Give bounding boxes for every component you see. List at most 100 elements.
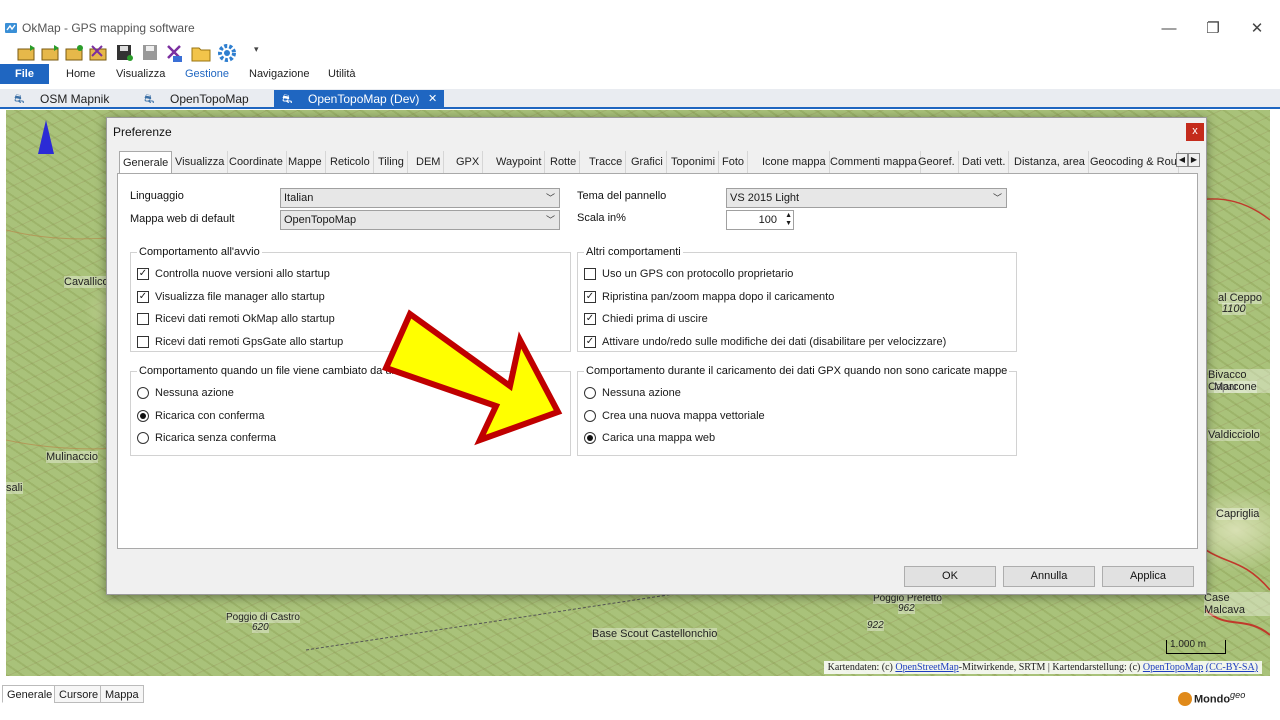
map-label: 922 [867, 620, 884, 631]
tab-scroll-left-icon[interactable]: ◀ [1176, 153, 1188, 167]
map-label: 620 [252, 622, 269, 633]
map-label: Case Malcava [1204, 592, 1270, 616]
pref-tab-commenti-mappa[interactable]: Commenti mappa [827, 151, 921, 173]
ribbon-tab-home[interactable]: Home [66, 64, 95, 84]
bottom-tab-generale[interactable]: Generale [2, 685, 58, 703]
map-label: Mulinaccio [46, 451, 98, 463]
doc-tab-opentopomap[interactable]: ⛐ OpenTopoMap [142, 90, 270, 109]
globe-icon [1178, 691, 1192, 706]
minimize-button[interactable]: — [1146, 14, 1192, 44]
pref-tab-toponimi[interactable]: Toponimi [668, 151, 720, 173]
undo-redo-checkbox[interactable]: ✓ Attivare undo/redo sulle modifiche dei … [584, 335, 1009, 351]
map-label: sali [6, 482, 23, 494]
close-tab-icon[interactable]: ✕ [428, 90, 437, 109]
pref-tab-generale[interactable]: Generale [119, 151, 173, 174]
track-icon[interactable] [88, 42, 110, 64]
scale-bar [1166, 640, 1226, 654]
proprietary-gps-checkbox[interactable]: Uso un GPS con protocollo proprietario [584, 267, 1009, 283]
pref-tab-mappe[interactable]: Mappe [285, 151, 326, 173]
open-folder-icon[interactable] [16, 42, 38, 64]
pref-tab-grafici[interactable]: Grafici [628, 151, 667, 173]
create-vector-map-radio[interactable]: Crea una nuova mappa vettoriale [584, 409, 1009, 425]
save-all-icon[interactable] [140, 42, 162, 64]
map-label: Valdicciolo [1208, 429, 1260, 441]
show-file-manager-checkbox[interactable]: ✓ Visualizza file manager allo startup [137, 290, 557, 306]
okmap-app-icon [5, 23, 17, 33]
pref-tab-rotte[interactable]: Rotte [547, 151, 581, 173]
map-tab-icon: ⛐ [282, 92, 293, 106]
annotation-arrow-icon [381, 309, 563, 446]
gpx-no-action-radio[interactable]: Nessuna azione [584, 386, 1009, 402]
folder-icon[interactable] [190, 42, 212, 64]
map-tab-icon: ⛐ [144, 92, 155, 106]
restore-button[interactable]: ❐ [1190, 14, 1236, 44]
check-new-versions-checkbox[interactable]: ✓ Controlla nuove versioni allo startup [137, 267, 557, 283]
open-file-icon[interactable] [40, 42, 62, 64]
mondogeo-logo: Mondogeo [1178, 690, 1245, 706]
pref-tab-reticolo[interactable]: Reticolo [327, 151, 374, 173]
ribbon-tab-file[interactable]: File [0, 64, 49, 84]
license-link[interactable]: (CC-BY-SA) [1206, 662, 1258, 673]
window-title: OkMap - GPS mapping software [22, 21, 195, 35]
gpx-loading-behavior-group: Comportamento durante il caricamento dei… [577, 365, 1017, 456]
restore-pan-zoom-checkbox[interactable]: ✓ Ripristina pan/zoom mappa dopo il caric… [584, 290, 1009, 306]
cancel-button[interactable]: Annulla [1003, 566, 1095, 587]
scale-percent-label: Scala in% [577, 212, 626, 224]
ribbon-tab-gestione[interactable]: Gestione [185, 64, 229, 84]
panel-theme-select[interactable]: VS 2015 Light ﹀ [726, 188, 1007, 208]
pref-tab-dati-vett[interactable]: Dati vett. [959, 151, 1010, 173]
dialog-close-button[interactable]: x [1186, 123, 1204, 141]
ribbon-tab-navigazione[interactable]: Navigazione [249, 64, 310, 84]
ribbon-tab-utilita[interactable]: Utilità [328, 64, 356, 84]
language-select[interactable]: Italian ﹀ [280, 188, 560, 208]
pref-tab-georef[interactable]: Georef. [915, 151, 959, 173]
openstreetmap-link[interactable]: OpenStreetMap [895, 662, 958, 673]
pref-tab-distanza-area[interactable]: Distanza, area [1011, 151, 1089, 173]
pref-tab-tracce[interactable]: Tracce [586, 151, 627, 173]
preferences-dialog: Preferenze x Generale Visualizza Coordin… [106, 117, 1207, 595]
map-label: Capriglia [1216, 508, 1260, 520]
ribbon-tab-visualizza[interactable]: Visualizza [116, 64, 165, 84]
tab-scroll-buttons: ◀ ▶ [1176, 153, 1200, 167]
startup-group-title: Comportamento all'avvio [137, 246, 262, 258]
map-label: 1100 [1222, 303, 1246, 315]
customize-toolbar-icon[interactable]: ▾ [254, 44, 259, 55]
close-window-button[interactable]: ✕ [1234, 14, 1280, 44]
default-web-map-select[interactable]: OpenTopoMap ﹀ [280, 210, 560, 230]
pref-tab-geocoding[interactable]: Geocoding & Rou [1087, 151, 1179, 173]
chevron-down-icon: ﹀ [545, 193, 555, 203]
import-icon[interactable] [64, 42, 86, 64]
scale-percent-stepper[interactable]: 100 ▲ ▼ [726, 210, 794, 230]
opentopomap-link[interactable]: OpenTopoMap [1143, 662, 1203, 673]
load-web-map-radio[interactable]: Carica una mappa web [584, 431, 1009, 447]
ok-button[interactable]: OK [904, 566, 996, 587]
pref-tab-visualizza[interactable]: Visualizza [172, 151, 229, 173]
pref-tab-icone-mappa[interactable]: Icone mappa [759, 151, 830, 173]
map-label: 962 [898, 603, 915, 614]
map-tab-icon: ⛐ [14, 92, 25, 106]
doc-tab-opentopomap-dev[interactable]: ⛐ OpenTopoMap (Dev) ✕ [274, 90, 444, 109]
preferences-general-panel: Linguaggio Italian ﹀ Mappa web di default… [117, 173, 1198, 549]
stepper-arrows-icon[interactable]: ▲ ▼ [785, 212, 792, 228]
panel-theme-label: Tema del pannello [577, 190, 667, 202]
pref-tab-waypoint[interactable]: Waypoint [493, 151, 546, 173]
chevron-down-icon: ﹀ [992, 193, 1002, 203]
map-label: Base Scout Castellonchio [592, 628, 718, 640]
ask-before-exit-checkbox[interactable]: ✓ Chiedi prima di uscire [584, 312, 1009, 328]
tab-scroll-right-icon[interactable]: ▶ [1188, 153, 1200, 167]
map-attribution: Kartendaten: (c) OpenStreetMap-Mitwirken… [823, 661, 1262, 674]
bottom-tab-cursore[interactable]: Cursore [54, 685, 104, 703]
gear-icon[interactable] [216, 42, 238, 64]
pref-tab-foto[interactable]: Foto [719, 151, 749, 173]
pref-tab-dem[interactable]: DEM [413, 151, 445, 173]
bottom-tab-mappa[interactable]: Mappa [100, 685, 144, 703]
apply-button[interactable]: Applica [1102, 566, 1194, 587]
pref-tab-tiling[interactable]: Tiling [375, 151, 408, 173]
tools-icon[interactable] [164, 42, 186, 64]
gpx-group-title: Comportamento durante il caricamento dei… [584, 365, 1010, 377]
pref-tab-coordinate[interactable]: Coordinate [226, 151, 287, 173]
doc-tab-osm-mapnik[interactable]: ⛐ OSM Mapnik [12, 90, 132, 109]
pref-tab-gpx[interactable]: GPX [453, 151, 484, 173]
map-label: Cavallico [64, 276, 109, 288]
save-icon[interactable] [114, 42, 136, 64]
